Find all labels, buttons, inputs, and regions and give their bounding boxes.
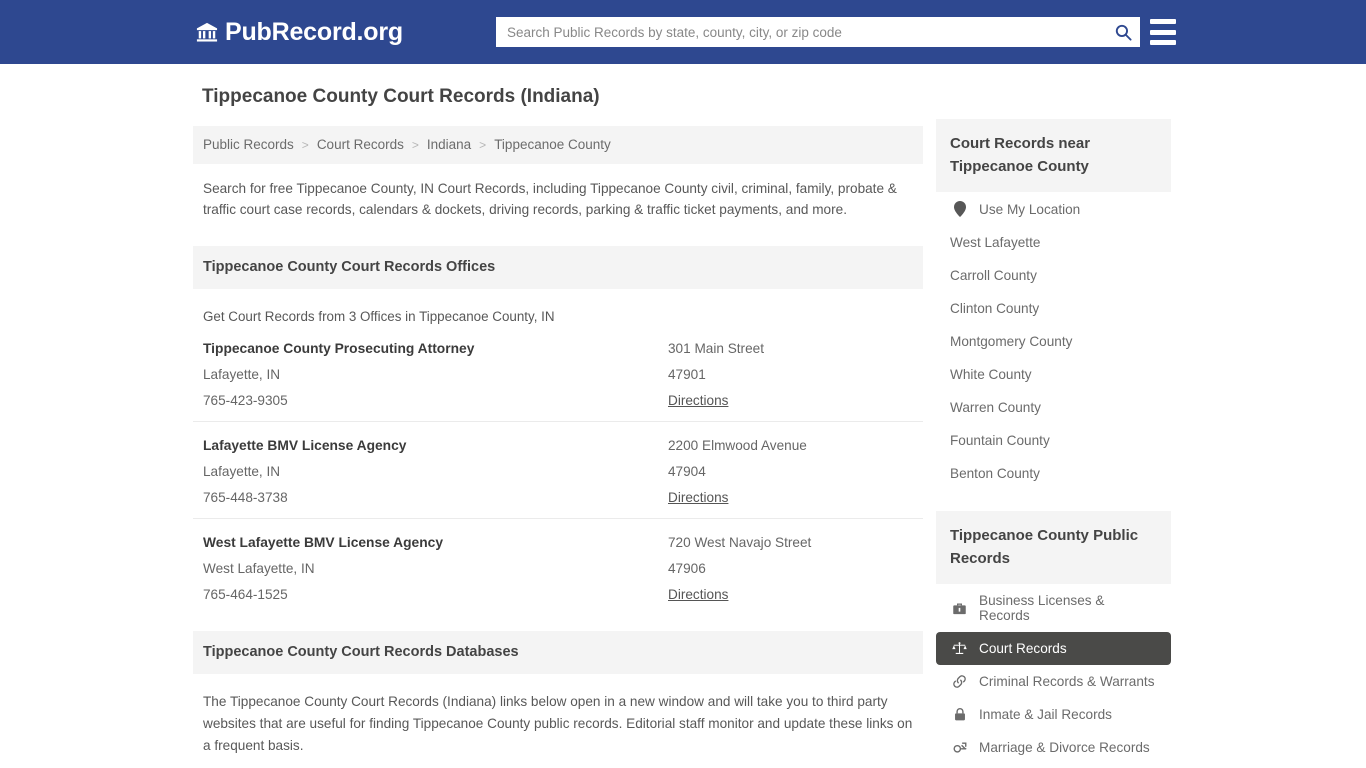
- hamburger-menu-icon[interactable]: [1150, 19, 1176, 45]
- sidebar-item-label: Fountain County: [950, 433, 1050, 448]
- search-icon: [1115, 24, 1132, 41]
- office-phone: 765-464-1525: [203, 587, 288, 602]
- sidebar-heading-nearby: Court Records near Tippecanoe County: [936, 119, 1171, 192]
- page-body: Tippecanoe County Court Records (Indiana…: [0, 64, 1366, 768]
- directions-link[interactable]: Directions: [668, 490, 913, 505]
- search-input[interactable]: [505, 18, 1106, 46]
- offices-section-heading: Tippecanoe County Court Records Offices: [193, 246, 923, 289]
- sidebar-public-records-block: Tippecanoe County Public Records Busines…: [936, 511, 1171, 764]
- database-entry: City of Lafayette Traffic Citations Repo…: [193, 757, 923, 768]
- sidebar-item-carroll-county[interactable]: Carroll County: [936, 259, 1171, 292]
- databases-section-heading: Tippecanoe County Court Records Database…: [193, 631, 923, 674]
- databases-description: The Tippecanoe County Court Records (Ind…: [203, 694, 913, 753]
- sidebar-item-use-my-location[interactable]: Use My Location: [936, 192, 1171, 226]
- sidebar-item-label: Benton County: [950, 466, 1040, 481]
- office-street: 301 Main Street: [668, 341, 764, 356]
- sidebar-item-label: Warren County: [950, 400, 1041, 415]
- content-wrapper: Tippecanoe County Court Records (Indiana…: [193, 64, 1173, 768]
- breadcrumb: Public Records > Court Records > Indiana…: [193, 126, 923, 164]
- site-logo[interactable]: PubRecord.org: [196, 18, 403, 47]
- bank-columns-icon: [196, 22, 218, 42]
- padlock-icon: [950, 707, 969, 722]
- map-pin-icon: [950, 201, 969, 217]
- office-street: 720 West Navajo Street: [668, 535, 812, 550]
- breadcrumb-item-indiana[interactable]: Indiana: [427, 137, 471, 152]
- office-details: West Lafayette BMV License Agency West L…: [203, 535, 668, 602]
- link-chain-icon: [950, 674, 969, 689]
- breadcrumb-item-public-records[interactable]: Public Records: [203, 137, 294, 152]
- office-phone: 765-423-9305: [203, 393, 288, 408]
- sidebar-item-label: Use My Location: [979, 201, 1081, 217]
- sidebar: Court Records near Tippecanoe County Use…: [936, 86, 1171, 764]
- sidebar-item-criminal-records[interactable]: Criminal Records & Warrants: [936, 665, 1171, 698]
- table-row: Tippecanoe County Prosecuting Attorney L…: [193, 329, 923, 421]
- sidebar-item-benton-county[interactable]: Benton County: [936, 457, 1171, 490]
- sidebar-public-records-list: Business Licenses & Records Court Record…: [936, 584, 1171, 764]
- sidebar-item-fountain-county[interactable]: Fountain County: [936, 424, 1171, 457]
- sidebar-item-label: Montgomery County: [950, 334, 1073, 349]
- sidebar-item-label: Business Licenses & Records: [979, 593, 1105, 623]
- scales-of-justice-icon: [950, 641, 969, 656]
- office-name[interactable]: Lafayette BMV License Agency: [203, 438, 668, 453]
- gender-symbols-icon: [950, 740, 969, 755]
- sidebar-item-business-licenses[interactable]: Business Licenses & Records: [936, 584, 1171, 632]
- office-zip: 47904: [668, 464, 706, 479]
- breadcrumb-separator: >: [301, 137, 309, 152]
- menu-bar-1: [1150, 19, 1176, 24]
- sidebar-item-label: Court Records: [979, 641, 1067, 656]
- office-zip: 47901: [668, 367, 706, 382]
- sidebar-item-clinton-county[interactable]: Clinton County: [936, 292, 1171, 325]
- briefcase-icon: [950, 601, 969, 616]
- sidebar-item-montgomery-county[interactable]: Montgomery County: [936, 325, 1171, 358]
- office-zip: 47906: [668, 561, 706, 576]
- page-intro-text: Search for free Tippecanoe County, IN Co…: [203, 181, 897, 217]
- page-title: Tippecanoe County Court Records (Indiana…: [202, 86, 600, 107]
- office-details: Tippecanoe County Prosecuting Attorney L…: [203, 341, 668, 408]
- search-button[interactable]: [1106, 17, 1140, 47]
- site-header: PubRecord.org: [0, 0, 1366, 64]
- sidebar-nearby-list: Use My Location West Lafayette Carroll C…: [936, 192, 1171, 490]
- sidebar-item-court-records[interactable]: Court Records: [936, 632, 1171, 665]
- sidebar-item-label: Clinton County: [950, 301, 1040, 316]
- sidebar-item-label: Marriage & Divorce Records: [979, 740, 1150, 755]
- sidebar-item-label: White County: [950, 367, 1032, 382]
- office-street: 2200 Elmwood Avenue: [668, 438, 807, 453]
- menu-bar-2: [1150, 29, 1176, 35]
- sidebar-item-label: Inmate & Jail Records: [979, 707, 1112, 722]
- sidebar-item-label: West Lafayette: [950, 235, 1041, 250]
- breadcrumb-item-court-records[interactable]: Court Records: [317, 137, 404, 152]
- breadcrumb-item-tippecanoe-county[interactable]: Tippecanoe County: [494, 137, 611, 152]
- table-row: Lafayette BMV License Agency Lafayette, …: [193, 421, 923, 518]
- breadcrumb-separator: >: [411, 137, 419, 152]
- directions-link[interactable]: Directions: [668, 393, 913, 408]
- office-phone: 765-448-3738: [203, 490, 288, 505]
- main-column: Tippecanoe County Court Records (Indiana…: [193, 86, 923, 768]
- sidebar-item-inmate-jail-records[interactable]: Inmate & Jail Records: [936, 698, 1171, 731]
- sidebar-item-warren-county[interactable]: Warren County: [936, 391, 1171, 424]
- sidebar-item-label: Carroll County: [950, 268, 1037, 283]
- office-address: 301 Main Street 47901 Directions: [668, 341, 913, 408]
- office-city-state: Lafayette, IN: [203, 367, 281, 382]
- sidebar-item-marriage-divorce-records[interactable]: Marriage & Divorce Records: [936, 731, 1171, 764]
- sidebar-heading-public-records: Tippecanoe County Public Records: [936, 511, 1171, 584]
- table-row: West Lafayette BMV License Agency West L…: [193, 518, 923, 615]
- sidebar-item-white-county[interactable]: White County: [936, 358, 1171, 391]
- office-city-state: Lafayette, IN: [203, 464, 281, 479]
- menu-bar-3: [1150, 40, 1176, 45]
- office-details: Lafayette BMV License Agency Lafayette, …: [203, 438, 668, 505]
- office-city-state: West Lafayette, IN: [203, 561, 315, 576]
- office-name[interactable]: West Lafayette BMV License Agency: [203, 535, 668, 550]
- offices-section-subheading: Get Court Records from 3 Offices in Tipp…: [203, 309, 555, 324]
- site-logo-text: PubRecord.org: [225, 17, 403, 46]
- sidebar-item-west-lafayette[interactable]: West Lafayette: [936, 226, 1171, 259]
- office-name[interactable]: Tippecanoe County Prosecuting Attorney: [203, 341, 668, 356]
- search-bar: [496, 17, 1140, 47]
- directions-link[interactable]: Directions: [668, 587, 913, 602]
- office-address: 2200 Elmwood Avenue 47904 Directions: [668, 438, 913, 505]
- sidebar-item-label: Criminal Records & Warrants: [979, 674, 1155, 689]
- breadcrumb-separator: >: [479, 137, 487, 152]
- office-address: 720 West Navajo Street 47906 Directions: [668, 535, 913, 602]
